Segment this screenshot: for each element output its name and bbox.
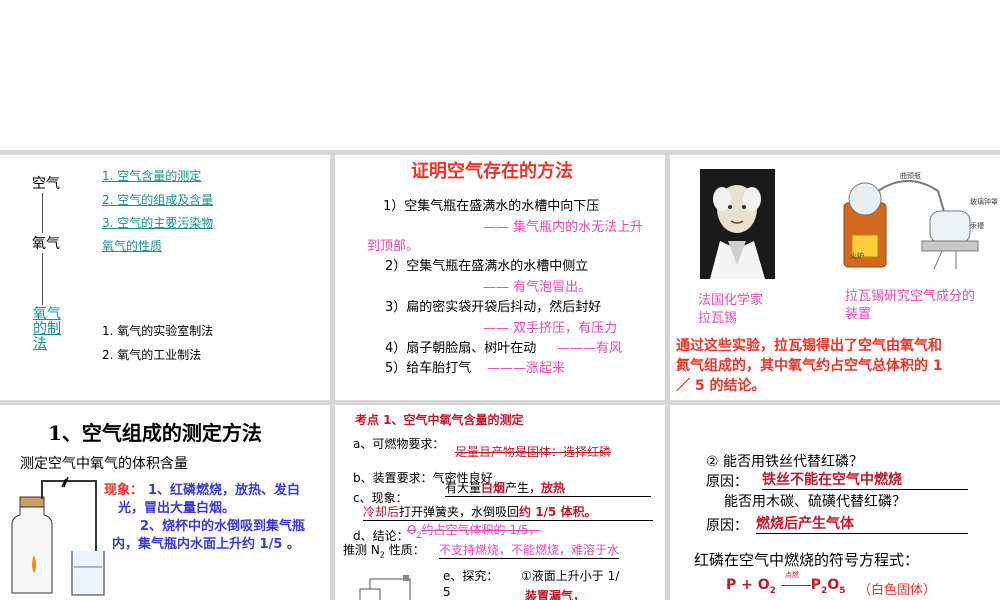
chain-connector xyxy=(42,193,43,233)
equation-reactants: P + O xyxy=(726,577,770,593)
phenomenon-2: 2、烧杯中的水倒吸到集气瓶 xyxy=(140,519,306,534)
chain-connector xyxy=(42,253,43,305)
item-c-answer: 有大量白烟产生，放热 xyxy=(445,479,651,497)
answer-text: 有大量 xyxy=(445,481,482,495)
item-c-answer-line2: 冷却后打开弹簧夹，水倒吸回约 1/5 体积。 xyxy=(363,503,653,521)
equation: P + O2 点燃 P2O5 xyxy=(726,571,846,596)
reason-label: 原因： xyxy=(706,518,748,534)
equation-condition: 点燃 xyxy=(784,571,799,579)
item-d-answer: O2约占空气体积的 1/5， xyxy=(407,521,541,539)
method-1-result-cont: 到顶部。 xyxy=(367,239,420,254)
slide-title: 证明空气存在的方法 xyxy=(411,161,573,182)
answer-text: 产生， xyxy=(505,481,542,495)
question-2: ② 能否用铁丝代替红磷？ xyxy=(706,454,864,470)
method-5: 5）给车胎打气 xyxy=(385,361,472,376)
portrait-caption-line2: 拉瓦锡 xyxy=(698,311,738,326)
method-4-result: ———有风 xyxy=(557,341,623,356)
lavoisier-portrait xyxy=(700,169,775,279)
topic-link-air-composition[interactable]: 2. 空气的组成及含量 xyxy=(102,191,213,208)
phenomenon-1-cont: 光，冒出大量白烟。 xyxy=(118,501,236,516)
method-2: 2）空集气瓶在盛满水的水槽中侧立 xyxy=(385,259,589,274)
reason-answer-iron: 铁丝不能在空气中燃烧 xyxy=(762,469,968,490)
conclusion-line3: ／ 5 的结论。 xyxy=(676,378,766,394)
portrait-caption-line1: 法国化学家 xyxy=(698,293,764,308)
topic-link-air-content[interactable]: 1. 空气含量的测定 xyxy=(102,167,201,184)
equation-note: （白色固体） xyxy=(858,583,937,598)
phenomenon-1: 1、红磷燃烧，放热、发白 xyxy=(148,483,301,498)
slide-exam-point: 考点 1、空气中氧气含量的测定 a、可燃物要求： 足量且产物是固体：选择红磷 b… xyxy=(335,405,665,600)
equation-subscript: 5 xyxy=(839,585,846,596)
topic-industrial-preparation: 2. 氧气的工业制法 xyxy=(102,348,202,362)
answer-text: 约占空气体积的 1/5， xyxy=(421,523,541,537)
apparatus-caption-line2: 装置 xyxy=(845,307,872,322)
method-4: 4）扇子朝脸扇、树叶在动 xyxy=(385,341,537,356)
item-e-point-1-reason: 装置漏气， xyxy=(525,589,586,600)
slide-title: 1、空气组成的测定方法 xyxy=(48,421,262,445)
exploration-apparatus-thumbnail xyxy=(359,575,411,600)
slide-outline: 空气 氧气 氧气的制法 1. 空气含量的测定 2. 空气的组成及含量 3. 空气… xyxy=(0,155,330,400)
apparatus-label-retort: 曲颈瓶 xyxy=(900,172,921,180)
n2-property-label: 推测 N2 性质： xyxy=(343,541,425,559)
experiment-apparatus xyxy=(11,476,105,596)
answer-highlight: 白烟 xyxy=(481,481,506,495)
item-a-answer: 足量且产物是固体：选择红磷 xyxy=(455,445,612,459)
topic-link-oxygen-properties[interactable]: 氧气的性质 xyxy=(102,237,162,254)
conclusion-line1: 通过这些实验，拉瓦锡得出了空气由氧气和 xyxy=(676,338,942,354)
slide-lavoisier: 曲颈瓶 玻璃钟罩 汞槽 火炉 法国化学家 拉瓦锡 拉瓦锡研究空气成分的 装置 通… xyxy=(670,155,1000,400)
item-e-point-1-cont: 5 xyxy=(443,585,451,599)
apparatus-label-furnace: 火炉 xyxy=(850,252,864,260)
equation-subscript: 2 xyxy=(769,585,776,596)
chain-node-preparation-link[interactable]: 氧气的制法 xyxy=(33,307,63,352)
phenomenon-2-cont: 内，集气瓶内水面上升约 1/5 。 xyxy=(112,537,300,552)
conclusion-line2: 氮气组成的，其中氧气约占空气总体积的 1 xyxy=(676,358,943,374)
item-a: a、可燃物要求： xyxy=(353,437,445,451)
apparatus-label-mercury-trough: 汞槽 xyxy=(970,222,984,230)
slide-subtitle: 测定空气中氧气的体积含量 xyxy=(20,456,188,472)
equation-title: 红磷在空气中燃烧的符号方程式： xyxy=(694,551,920,569)
answer-text: 打开弹簧夹，水倒吸回 xyxy=(399,505,520,519)
method-3-result: —— 双手挤压，有压力 xyxy=(483,321,618,336)
method-5-result: ———涨起来 xyxy=(487,361,566,376)
reason-label: 原因： xyxy=(706,474,748,490)
slide-air-existence: 证明空气存在的方法 1）空集气瓶在盛满水的水槽中向下压 —— 集气瓶内的水无法上… xyxy=(335,155,665,400)
apparatus-caption-line1: 拉瓦锡研究空气成分的 xyxy=(845,289,976,304)
reason-answer-gas: 燃烧后产生气体 xyxy=(756,513,968,534)
apparatus-label-bell-jar: 玻璃钟罩 xyxy=(970,198,998,206)
equation-product: O xyxy=(827,577,840,593)
chain-node-oxygen: 氧气 xyxy=(32,236,60,252)
slide-measurement-method: 1、空气组成的测定方法 测定空气中氧气的体积含量 现象： 1、红磷燃烧，放热、发… xyxy=(0,405,330,600)
equation-arrow: 点燃 xyxy=(780,571,811,590)
topic-lab-preparation: 1. 氧气的实验室制法 xyxy=(102,324,214,338)
item-e-point-1: ①液面上升小于 1/ xyxy=(521,569,620,583)
method-1-result: —— 集气瓶内的水无法上升 xyxy=(483,220,644,235)
topic-link-air-pollutants[interactable]: 3. 空气的主要污染物 xyxy=(102,214,213,231)
answer-highlight: 放热 xyxy=(541,481,566,495)
equation-product: P xyxy=(810,577,822,593)
n2-text: 性质： xyxy=(384,543,425,557)
answer-highlight: 冷却后 xyxy=(363,505,400,519)
chain-node-air: 空气 xyxy=(32,176,60,192)
item-e: e、探究： xyxy=(443,569,499,583)
n2-text: 推测 N xyxy=(343,543,380,557)
answer-highlight: 约 1/5 体积。 xyxy=(519,505,597,519)
slide-phosphorus-substitute: ② 能否用铁丝代替红磷？ 原因： 铁丝不能在空气中燃烧 能否用木碳、硫磺代替红磷… xyxy=(670,405,1000,600)
phenomenon-label: 现象： xyxy=(104,483,144,498)
method-1: 1）空集气瓶在盛满水的水槽中向下压 xyxy=(383,199,600,214)
question-3: 能否用木碳、硫磺代替红磷？ xyxy=(724,494,906,510)
method-2-result: —— 有气泡冒出。 xyxy=(483,280,592,295)
n2-property-answer: 不支持燃烧，不能燃烧，难溶于水 xyxy=(439,543,620,559)
method-3: 3）扁的密实袋开袋后抖动，然后封好 xyxy=(385,300,602,315)
slide-title: 考点 1、空气中氧气含量的测定 xyxy=(355,413,524,427)
